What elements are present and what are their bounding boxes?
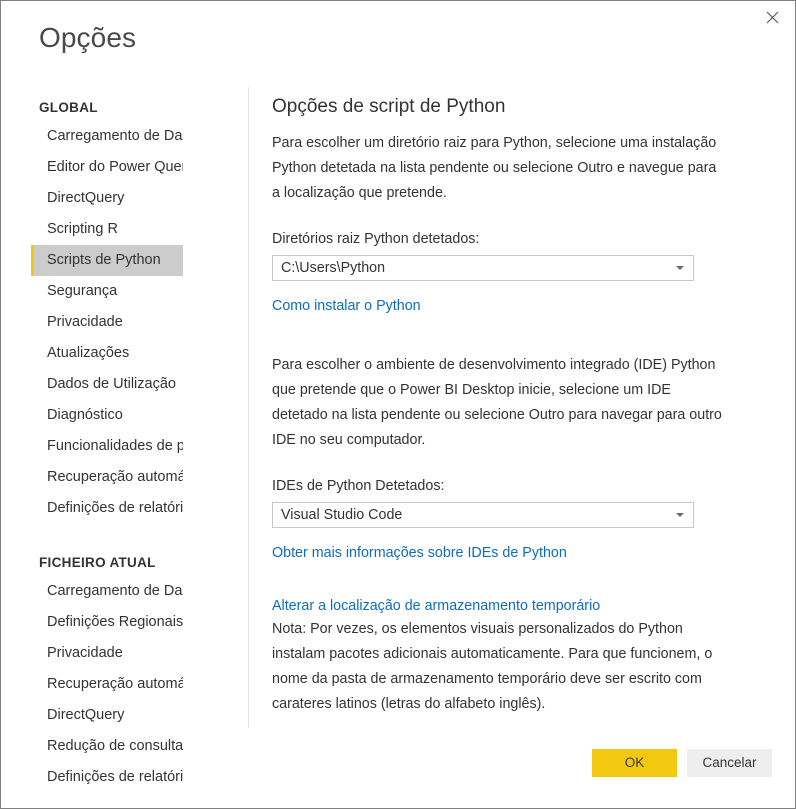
sidebar-item-editor-do-power-query[interactable]: Editor do Power Query bbox=[1, 152, 183, 183]
sidebar-item-atualizacoes[interactable]: Atualizações bbox=[1, 338, 183, 369]
options-dialog: Opções GLOBAL Carregamento de Dados Edit… bbox=[0, 0, 796, 809]
python-home-directory-dropdown[interactable]: C:\Users\Python bbox=[272, 255, 694, 281]
sidebar-section-title-ficheiro-atual: FICHEIRO ATUAL bbox=[39, 555, 156, 570]
sidebar-item-directquery[interactable]: DirectQuery bbox=[1, 183, 183, 214]
sidebar-item-current-privacidade[interactable]: Privacidade bbox=[1, 638, 183, 669]
sidebar-item-current-definicoes-de-relatorio[interactable]: Definições de relatório bbox=[1, 762, 183, 793]
spacer-after-intro bbox=[272, 206, 732, 228]
ok-button[interactable]: OK bbox=[592, 749, 677, 777]
chevron-down-icon bbox=[676, 266, 684, 270]
page-title: Opções bbox=[39, 22, 137, 53]
sidebar-item-funcionalidades-de-pre-visualizacao[interactable]: Funcionalidades de pré-visu... bbox=[1, 431, 183, 462]
sidebar-item-scripting-r[interactable]: Scripting R bbox=[1, 214, 183, 245]
spacer-after-ide-paragraph bbox=[272, 453, 732, 475]
sidebar-item-diagnostico[interactable]: Diagnóstico bbox=[1, 400, 183, 431]
sidebar-item-current-carregamento-de-dados[interactable]: Carregamento de Dados bbox=[1, 576, 183, 607]
home-dirs-label: Diretórios raiz Python detetados: bbox=[272, 231, 480, 247]
sidebar-item-carregamento-de-dados[interactable]: Carregamento de Dados bbox=[1, 121, 183, 152]
sidebar-section-spacer bbox=[1, 524, 249, 544]
sidebar-item-recuperacao-automatica[interactable]: Recuperação automática bbox=[1, 462, 183, 493]
ide-label: IDEs de Python Detetados: bbox=[272, 478, 445, 494]
sidebar-item-current-recuperacao-automatica[interactable]: Recuperação automática bbox=[1, 669, 183, 700]
options-main-panel: Opções de script de Python Para escolher… bbox=[272, 94, 732, 717]
close-button[interactable] bbox=[750, 1, 795, 33]
sidebar-section-title-global: GLOBAL bbox=[39, 100, 98, 115]
change-temp-storage-location-link[interactable]: Alterar a localização de armazenamento t… bbox=[272, 595, 600, 617]
sidebar-item-current-definicoes-regionais[interactable]: Definições Regionais bbox=[1, 607, 183, 638]
options-sidebar: GLOBAL Carregamento de Dados Editor do P… bbox=[1, 89, 249, 785]
sidebar-item-dados-de-utilizacao[interactable]: Dados de Utilização bbox=[1, 369, 183, 400]
sidebar-item-current-reducao-de-consulta[interactable]: Redução de consulta bbox=[1, 731, 183, 762]
ide-paragraph: Para escolher o ambiente de desenvolvime… bbox=[272, 357, 722, 448]
sidebar-item-scripts-de-python[interactable]: Scripts de Python bbox=[31, 245, 183, 276]
python-ide-value: Visual Studio Code bbox=[281, 507, 403, 523]
cancel-button[interactable]: Cancelar bbox=[687, 749, 772, 777]
sidebar-item-definicoes-de-relatorio[interactable]: Definições de relatório bbox=[1, 493, 183, 524]
sidebar-item-current-directquery[interactable]: DirectQuery bbox=[1, 700, 183, 731]
close-icon bbox=[766, 11, 779, 24]
sidebar-item-privacidade[interactable]: Privacidade bbox=[1, 307, 183, 338]
spacer-after-home-dirs bbox=[272, 281, 732, 295]
intro-paragraph: Para escolher um diretório raiz para Pyt… bbox=[272, 135, 717, 201]
sidebar-section-ficheiro-atual: FICHEIRO ATUAL Carregamento de Dados Def… bbox=[1, 550, 249, 793]
dialog-footer: OK Cancelar bbox=[592, 749, 772, 777]
python-home-directory-value: C:\Users\Python bbox=[281, 260, 386, 276]
spacer-before-temp-storage bbox=[272, 564, 732, 595]
sidebar-item-seguranca[interactable]: Segurança bbox=[1, 276, 183, 307]
chevron-down-icon bbox=[676, 513, 684, 517]
spacer-before-ide-paragraph bbox=[272, 317, 732, 353]
how-to-install-python-link[interactable]: Como instalar o Python bbox=[272, 295, 421, 317]
panel-heading: Opções de script de Python bbox=[272, 96, 506, 117]
spacer-after-ide-dropdown bbox=[272, 528, 732, 542]
sidebar-section-global: GLOBAL Carregamento de Dados Editor do P… bbox=[1, 95, 249, 524]
learn-more-ides-link[interactable]: Obter mais informações sobre IDEs de Pyt… bbox=[272, 542, 567, 564]
note-paragraph: Nota: Por vezes, os elementos visuais pe… bbox=[272, 621, 713, 712]
python-ide-dropdown[interactable]: Visual Studio Code bbox=[272, 502, 694, 528]
